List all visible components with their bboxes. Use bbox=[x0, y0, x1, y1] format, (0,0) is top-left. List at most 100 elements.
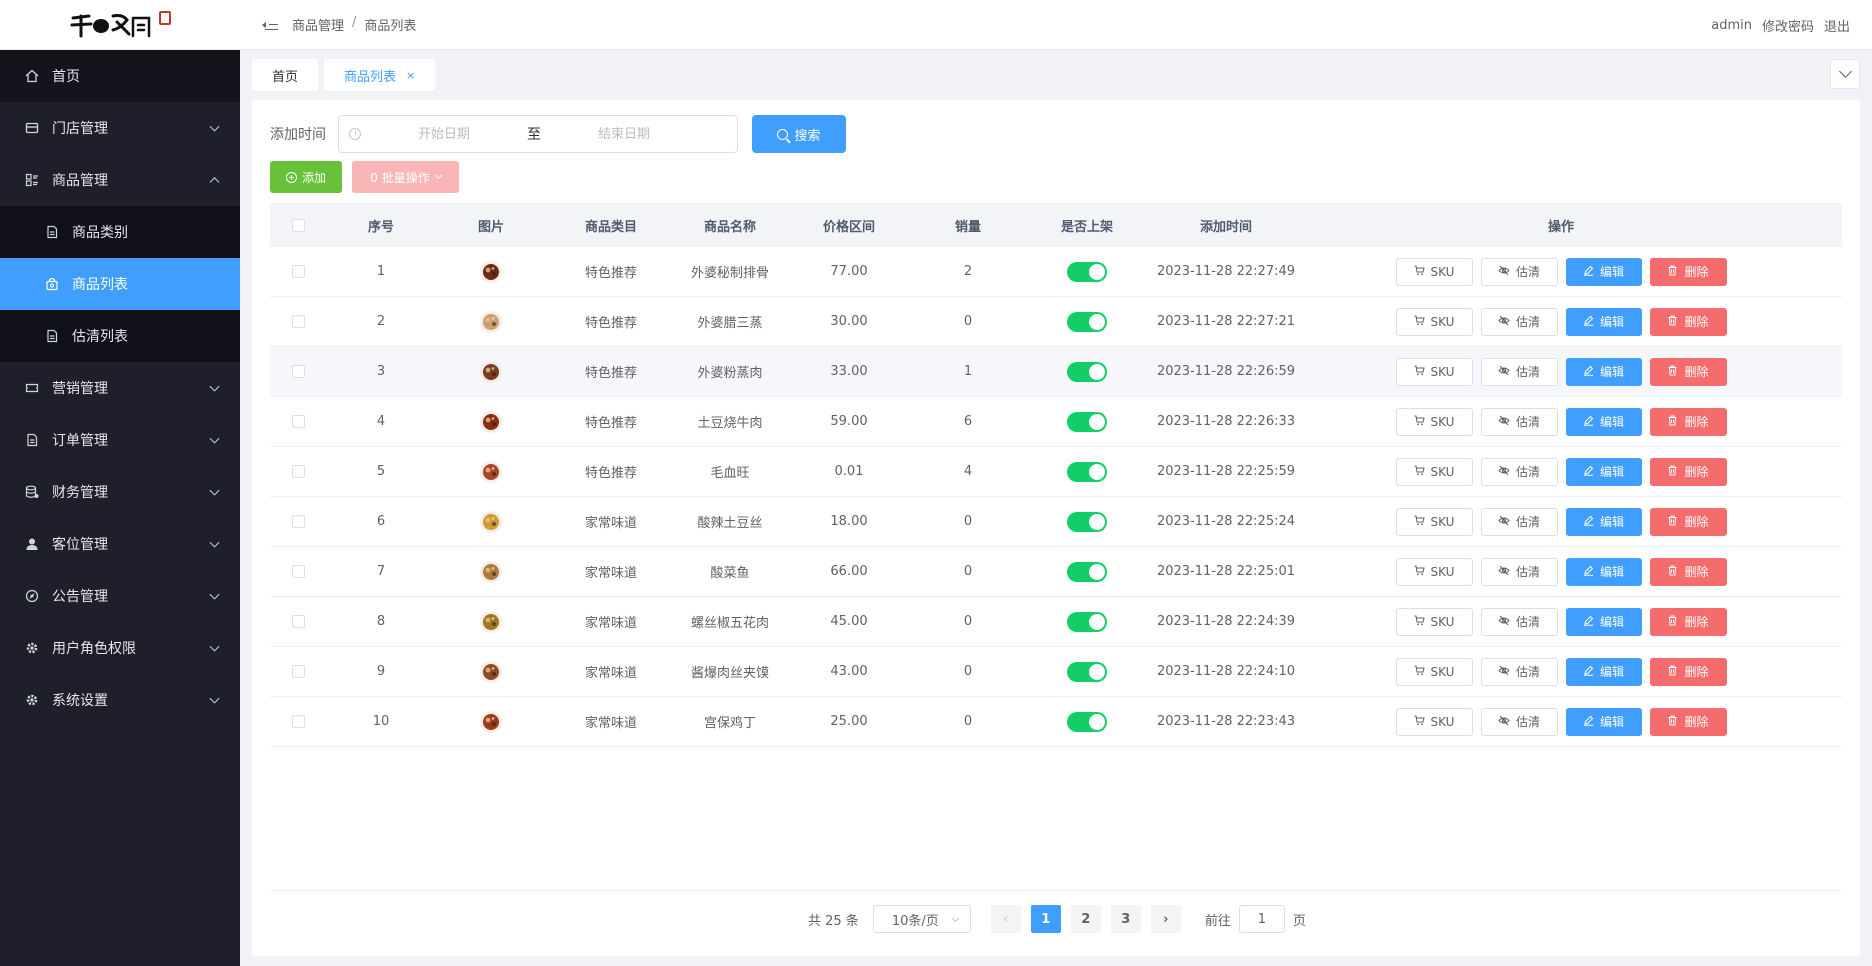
edit-button[interactable]: 编辑 bbox=[1565, 307, 1642, 336]
page-size-select[interactable]: 10条/页 bbox=[872, 905, 971, 933]
delete-button[interactable]: 删除 bbox=[1649, 407, 1727, 436]
prev-page-button[interactable]: ‹ bbox=[990, 905, 1021, 933]
sidebar-item-estimate-list[interactable]: 估清列表 bbox=[0, 310, 240, 362]
estimate-button[interactable]: 估清 bbox=[1480, 657, 1558, 686]
estimate-button[interactable]: 估清 bbox=[1480, 507, 1558, 536]
dish-thumbnail[interactable] bbox=[480, 360, 502, 383]
sku-button[interactable]: SKU bbox=[1395, 457, 1473, 486]
delete-button[interactable]: 删除 bbox=[1649, 307, 1727, 336]
estimate-button[interactable]: 估清 bbox=[1480, 407, 1558, 436]
username[interactable]: admin bbox=[1711, 18, 1752, 33]
sku-button[interactable]: SKU bbox=[1395, 407, 1473, 436]
sidebar-item-guest[interactable]: 客位管理 bbox=[0, 518, 240, 570]
edit-button[interactable]: 编辑 bbox=[1565, 707, 1642, 736]
sidebar-item-notice[interactable]: 公告管理 bbox=[0, 570, 240, 622]
on-shelf-toggle[interactable] bbox=[1067, 511, 1107, 532]
delete-button[interactable]: 删除 bbox=[1649, 557, 1727, 586]
sidebar-item-goods-category[interactable]: 商品类别 bbox=[0, 206, 240, 258]
edit-button[interactable]: 编辑 bbox=[1565, 457, 1642, 486]
date-range-picker[interactable]: 至 bbox=[338, 115, 738, 153]
delete-button[interactable]: 删除 bbox=[1649, 707, 1727, 736]
on-shelf-toggle[interactable] bbox=[1067, 661, 1107, 682]
delete-button[interactable]: 删除 bbox=[1649, 357, 1727, 386]
page-jump-input[interactable] bbox=[1238, 905, 1285, 933]
search-button[interactable]: 搜索 bbox=[752, 115, 846, 153]
tab-goods-list[interactable]: 商品列表 × bbox=[324, 59, 436, 91]
sidebar-item-goods-list[interactable]: 商品列表 bbox=[0, 258, 240, 310]
row-checkbox[interactable] bbox=[291, 315, 305, 328]
page-2-button[interactable]: 2 bbox=[1070, 905, 1101, 933]
end-date-input[interactable] bbox=[549, 126, 699, 142]
on-shelf-toggle[interactable] bbox=[1067, 411, 1107, 432]
delete-button[interactable]: 删除 bbox=[1649, 507, 1727, 536]
page-3-button[interactable]: 3 bbox=[1110, 905, 1141, 933]
edit-button[interactable]: 编辑 bbox=[1565, 357, 1642, 386]
change-password-link[interactable]: 修改密码 bbox=[1762, 16, 1814, 35]
row-checkbox[interactable] bbox=[291, 715, 305, 728]
sidebar-item-marketing[interactable]: 营销管理 bbox=[0, 362, 240, 414]
row-checkbox[interactable] bbox=[291, 265, 305, 278]
estimate-button[interactable]: 估清 bbox=[1480, 707, 1558, 736]
row-checkbox[interactable] bbox=[291, 415, 305, 428]
sidebar-item-store[interactable]: 门店管理 bbox=[0, 102, 240, 154]
on-shelf-toggle[interactable] bbox=[1067, 711, 1107, 732]
row-checkbox[interactable] bbox=[291, 465, 305, 478]
dish-thumbnail[interactable] bbox=[480, 710, 502, 733]
edit-button[interactable]: 编辑 bbox=[1565, 257, 1642, 286]
sku-button[interactable]: SKU bbox=[1395, 307, 1473, 336]
select-all-checkbox[interactable] bbox=[291, 218, 305, 232]
close-icon[interactable]: × bbox=[406, 69, 415, 82]
tabs-dropdown-button[interactable] bbox=[1830, 59, 1860, 89]
on-shelf-toggle[interactable] bbox=[1067, 261, 1107, 282]
edit-button[interactable]: 编辑 bbox=[1565, 657, 1642, 686]
sidebar-item-home[interactable]: 首页 bbox=[0, 50, 240, 102]
on-shelf-toggle[interactable] bbox=[1067, 361, 1107, 382]
edit-button[interactable]: 编辑 bbox=[1565, 557, 1642, 586]
sku-button[interactable]: SKU bbox=[1395, 657, 1473, 686]
add-button[interactable]: 添加 bbox=[270, 161, 342, 193]
estimate-button[interactable]: 估清 bbox=[1480, 307, 1558, 336]
sku-button[interactable]: SKU bbox=[1395, 507, 1473, 536]
dish-thumbnail[interactable] bbox=[480, 410, 502, 433]
dish-thumbnail[interactable] bbox=[480, 610, 502, 633]
sku-button[interactable]: SKU bbox=[1395, 557, 1473, 586]
row-checkbox[interactable] bbox=[291, 615, 305, 628]
sidebar-item-settings[interactable]: 系统设置 bbox=[0, 674, 240, 726]
on-shelf-toggle[interactable] bbox=[1067, 311, 1107, 332]
dish-thumbnail[interactable] bbox=[480, 560, 502, 583]
dish-thumbnail[interactable] bbox=[480, 310, 502, 333]
sidebar-item-orders[interactable]: 订单管理 bbox=[0, 414, 240, 466]
sidebar-fold-icon[interactable] bbox=[262, 18, 278, 32]
dish-thumbnail[interactable] bbox=[480, 260, 502, 283]
edit-button[interactable]: 编辑 bbox=[1565, 407, 1642, 436]
sidebar-item-finance[interactable]: 财务管理 bbox=[0, 466, 240, 518]
on-shelf-toggle[interactable] bbox=[1067, 561, 1107, 582]
sidebar-item-roles[interactable]: 用户角色权限 bbox=[0, 622, 240, 674]
estimate-button[interactable]: 估清 bbox=[1480, 257, 1558, 286]
delete-button[interactable]: 删除 bbox=[1649, 657, 1727, 686]
estimate-button[interactable]: 估清 bbox=[1480, 607, 1558, 636]
delete-button[interactable]: 删除 bbox=[1649, 457, 1727, 486]
sidebar-item-goods[interactable]: 商品管理 bbox=[0, 154, 240, 206]
page-1-button[interactable]: 1 bbox=[1030, 905, 1061, 933]
edit-button[interactable]: 编辑 bbox=[1565, 507, 1642, 536]
row-checkbox[interactable] bbox=[291, 565, 305, 578]
dish-thumbnail[interactable] bbox=[480, 460, 502, 483]
delete-button[interactable]: 删除 bbox=[1649, 607, 1727, 636]
start-date-input[interactable] bbox=[369, 126, 519, 142]
breadcrumb-item[interactable]: 商品管理 bbox=[292, 15, 344, 34]
on-shelf-toggle[interactable] bbox=[1067, 611, 1107, 632]
edit-button[interactable]: 编辑 bbox=[1565, 607, 1642, 636]
row-checkbox[interactable] bbox=[291, 515, 305, 528]
estimate-button[interactable]: 估清 bbox=[1480, 357, 1558, 386]
tab-home[interactable]: 首页 bbox=[252, 59, 319, 91]
estimate-button[interactable]: 估清 bbox=[1480, 457, 1558, 486]
logout-link[interactable]: 退出 bbox=[1824, 16, 1850, 35]
dish-thumbnail[interactable] bbox=[480, 510, 502, 533]
row-checkbox[interactable] bbox=[291, 665, 305, 678]
sku-button[interactable]: SKU bbox=[1395, 707, 1473, 736]
on-shelf-toggle[interactable] bbox=[1067, 461, 1107, 482]
estimate-button[interactable]: 估清 bbox=[1480, 557, 1558, 586]
sku-button[interactable]: SKU bbox=[1395, 357, 1473, 386]
sku-button[interactable]: SKU bbox=[1395, 607, 1473, 636]
